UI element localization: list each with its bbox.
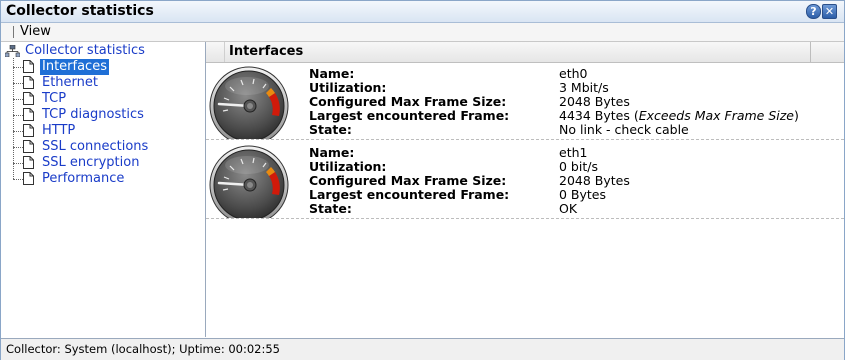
value-max-frame: 2048 Bytes bbox=[559, 173, 630, 188]
label-name: Name: bbox=[309, 145, 355, 160]
label-max-frame: Configured Max Frame Size: bbox=[309, 173, 507, 188]
tree-item-label: TCP diagnostics bbox=[42, 107, 144, 122]
field-name: Name: eth1 bbox=[309, 146, 839, 160]
label-name: Name: bbox=[309, 66, 355, 81]
value-state: OK bbox=[559, 201, 578, 216]
label-state: State: bbox=[309, 201, 352, 216]
field-state: State: OK bbox=[309, 202, 839, 216]
help-icon[interactable]: ? bbox=[806, 4, 821, 19]
interface-row-eth0: Name: eth0 Utilization: 3 Mbit/s Configu… bbox=[206, 63, 844, 140]
value-largest-frame: 0 Bytes bbox=[559, 188, 606, 202]
interface-row-eth1: Name: eth1 Utilization: 0 bit/s Configur… bbox=[206, 142, 844, 219]
document-icon bbox=[23, 108, 34, 121]
tree-item-label: Interfaces bbox=[40, 59, 109, 75]
largest-frame-warning: Exceeds Max Frame Size bbox=[638, 108, 794, 123]
largest-frame-suffix: ) bbox=[794, 108, 799, 123]
tree-connector bbox=[13, 58, 14, 179]
value-largest-frame: 4434 Bytes (Exceeds Max Frame Size) bbox=[559, 109, 799, 123]
title-bar: Collector statistics ? ✕ bbox=[1, 1, 844, 23]
value-name: eth1 bbox=[559, 145, 588, 160]
document-icon bbox=[23, 92, 34, 105]
document-icon bbox=[23, 156, 34, 169]
tree-item-label: SSL connections bbox=[42, 139, 149, 154]
value-utilization: 0 bit/s bbox=[559, 159, 598, 174]
field-max-frame: Configured Max Frame Size: 2048 Bytes bbox=[309, 95, 839, 109]
network-tree-icon bbox=[5, 45, 20, 57]
label-largest-frame: Largest encountered Frame: bbox=[309, 187, 510, 202]
field-largest-frame: Largest encountered Frame: 4434 Bytes (E… bbox=[309, 109, 839, 123]
navigation-tree: Collector statistics Interfaces Ethernet… bbox=[1, 42, 206, 337]
interface-details: Name: eth0 Utilization: 3 Mbit/s Configu… bbox=[309, 67, 839, 137]
status-text: Collector: System (localhost); Uptime: 0… bbox=[6, 342, 280, 356]
menu-separator bbox=[13, 26, 14, 38]
largest-frame-value: 0 Bytes bbox=[559, 187, 607, 202]
tree-item-label: TCP bbox=[42, 91, 67, 106]
menu-bar: View bbox=[1, 23, 844, 42]
label-utilization: Utilization: bbox=[309, 159, 387, 174]
value-utilization: 3 Mbit/s bbox=[559, 80, 609, 95]
tree-item-label: SSL encryption bbox=[42, 155, 140, 170]
status-bar: Collector: System (localhost); Uptime: 0… bbox=[1, 338, 844, 360]
field-state: State: No link - check cable bbox=[309, 123, 839, 137]
content-title: Interfaces bbox=[229, 44, 304, 59]
document-icon bbox=[23, 172, 34, 185]
field-utilization: Utilization: 0 bit/s bbox=[309, 160, 839, 174]
value-max-frame: 2048 Bytes bbox=[559, 94, 630, 109]
tree-item-label: Ethernet bbox=[42, 75, 98, 90]
tree-item-label: HTTP bbox=[42, 123, 76, 138]
gauge-icon bbox=[209, 66, 289, 139]
interface-details: Name: eth1 Utilization: 0 bit/s Configur… bbox=[309, 146, 839, 216]
close-icon[interactable]: ✕ bbox=[822, 4, 837, 19]
content-header: Interfaces bbox=[206, 42, 844, 63]
collector-statistics-window: Collector statistics ? ✕ View Collector … bbox=[0, 0, 845, 360]
menu-view[interactable]: View bbox=[20, 24, 51, 39]
value-name: eth0 bbox=[559, 66, 588, 81]
document-icon bbox=[23, 140, 34, 153]
gauge-icon bbox=[209, 145, 289, 218]
value-state: No link - check cable bbox=[559, 122, 689, 137]
field-utilization: Utilization: 3 Mbit/s bbox=[309, 81, 839, 95]
tree-item-label: Performance bbox=[42, 171, 125, 186]
window-title: Collector statistics bbox=[6, 3, 154, 19]
document-icon bbox=[23, 60, 34, 73]
field-max-frame: Configured Max Frame Size: 2048 Bytes bbox=[309, 174, 839, 188]
largest-frame-value: 4434 Bytes ( bbox=[559, 108, 639, 123]
label-state: State: bbox=[309, 122, 352, 137]
tree-root-label: Collector statistics bbox=[25, 43, 145, 58]
label-largest-frame: Largest encountered Frame: bbox=[309, 108, 510, 123]
document-icon bbox=[23, 76, 34, 89]
field-largest-frame: Largest encountered Frame: 0 Bytes bbox=[309, 188, 839, 202]
content-panel: Interfaces Name: eth0 Utilization: 3 Mbi… bbox=[206, 42, 844, 337]
field-name: Name: eth0 bbox=[309, 67, 839, 81]
document-icon bbox=[23, 124, 34, 137]
label-utilization: Utilization: bbox=[309, 80, 387, 95]
label-max-frame: Configured Max Frame Size: bbox=[309, 94, 507, 109]
